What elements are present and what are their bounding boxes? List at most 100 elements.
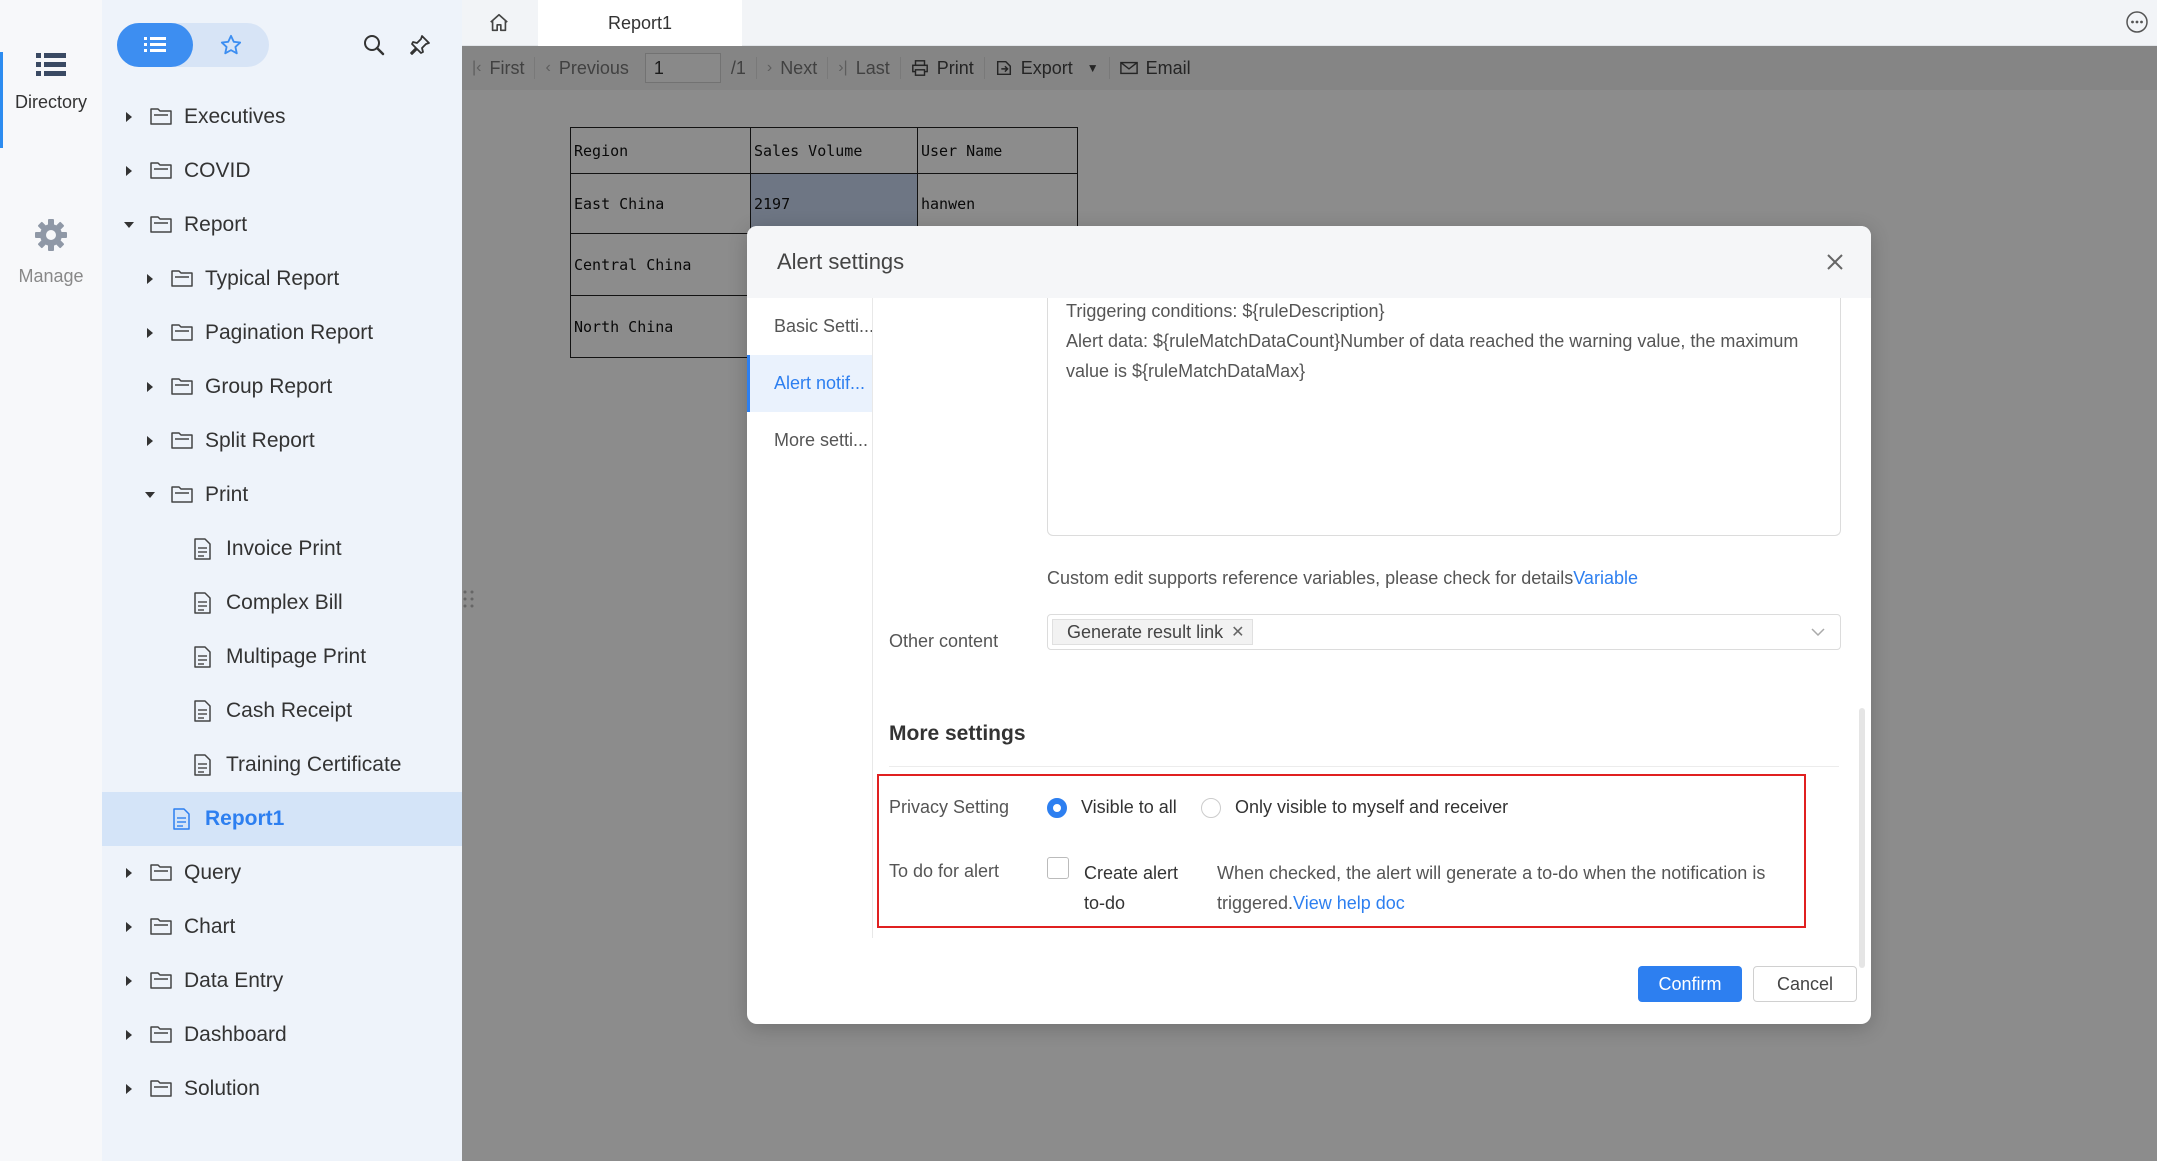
tree-item-label: Query [184,861,242,884]
nav-alert-notification[interactable]: Alert notif... [747,355,872,412]
tree-item-label: Report1 [205,807,285,830]
folder-icon [171,376,193,398]
tree-item-label: Multipage Print [226,645,367,668]
caret-right-icon[interactable] [143,326,157,340]
locate-button[interactable] [405,30,435,60]
caret-down-icon[interactable] [143,488,157,502]
caret-right-icon[interactable] [122,866,136,880]
radio-only-myself-receiver[interactable] [1201,798,1221,818]
tree-item-label: Group Report [205,375,333,398]
home-tab[interactable] [462,0,536,46]
privacy-setting-label: Privacy Setting [889,797,1010,817]
tree-item-print[interactable]: Print [102,468,462,522]
tree-item-covid[interactable]: COVID [102,144,462,198]
rail-directory[interactable]: Directory [0,52,102,148]
tree-item-group-report[interactable]: Group Report [102,360,462,414]
caret-right-icon[interactable] [122,110,136,124]
cancel-button[interactable]: Cancel [1753,966,1857,1002]
close-button[interactable] [1821,248,1849,276]
tree-item-cash-receipt[interactable]: Cash Receipt [102,684,462,738]
tag-label: Generate result link [1067,621,1224,642]
tree-item-data-entry[interactable]: Data Entry [102,954,462,1008]
tree-item-label: Solution [184,1077,260,1100]
caret-right-icon[interactable] [143,434,157,448]
tree-item-invoice-print[interactable]: Invoice Print [102,522,462,576]
more-settings-title: More settings [889,722,1026,745]
create-alert-todo-checkbox[interactable] [1047,857,1069,879]
tree-item-executives[interactable]: Executives [102,90,462,144]
tree-item-label: Cash Receipt [226,699,353,722]
tree-item-chart[interactable]: Chart [102,900,462,954]
divider [889,766,1839,767]
drag-handle-icon[interactable] [462,588,476,614]
tree-item-label: Print [205,483,249,506]
directory-sidebar: Executives COVID Report Typical Report Pagin… [102,0,462,1161]
content-line: Triggering conditions: ${ruleDescription… [1066,301,1385,321]
radio-visible-to-all-label[interactable]: Visible to all [1081,797,1177,818]
caret-right-icon[interactable] [143,272,157,286]
dialog-header: Alert settings [747,226,1871,298]
folder-icon [150,916,172,938]
caret-right-icon[interactable] [122,1082,136,1096]
tab-report1[interactable]: Report1 [538,0,742,46]
folder-icon [150,106,172,128]
tag-remove-icon[interactable]: ✕ [1231,622,1244,642]
file-icon [192,754,214,776]
radio-visible-to-all[interactable] [1047,798,1067,818]
rail-manage[interactable]: Manage [0,218,102,310]
nav-basic-settings[interactable]: Basic Setti... [747,298,872,355]
favorites-button[interactable] [193,23,269,67]
tree-item-label: Complex Bill [226,591,343,614]
tree-item-pagination-report[interactable]: Pagination Report [102,306,462,360]
tab-bar: Report1 [462,0,2157,46]
tree-item-complex-bill[interactable]: Complex Bill [102,576,462,630]
caret-right-icon[interactable] [122,164,136,178]
folder-icon [150,1024,172,1046]
radio-only-myself-receiver-label[interactable]: Only visible to myself and receiver [1235,797,1508,818]
directory-tree: Executives COVID Report Typical Report Pagin… [102,90,462,1116]
todo-for-alert-label: To do for alert [889,861,1000,881]
confirm-button[interactable]: Confirm [1638,966,1742,1002]
dialog-body: Triggering conditions: ${ruleDescription… [873,298,1871,938]
tree-item-query[interactable]: Query [102,846,462,900]
folder-icon [171,484,193,506]
content-line: Alert data: ${ruleMatchDataCount}Number … [1066,331,1799,351]
tree-item-label: Typical Report [205,267,340,290]
tree-item-label: Report [184,213,248,236]
tree-item-training-certificate[interactable]: Training Certificate [102,738,462,792]
caret-right-icon[interactable] [143,380,157,394]
caret-right-icon[interactable] [122,920,136,934]
caret-right-icon[interactable] [122,1028,136,1042]
list-icon [36,53,66,76]
tree-item-dashboard[interactable]: Dashboard [102,1008,462,1062]
tree-item-solution[interactable]: Solution [102,1062,462,1116]
pin-icon [410,35,430,55]
more-options-button[interactable] [2125,10,2149,34]
left-rail: Directory Manage [0,0,102,1161]
tree-view-button[interactable] [117,23,193,67]
nav-more-settings[interactable]: More setti... [747,412,872,469]
notification-content-textarea[interactable]: Triggering conditions: ${ruleDescription… [1047,298,1841,536]
tree-item-label: Data Entry [184,969,284,992]
caret-down-icon[interactable] [122,218,136,232]
variable-link[interactable]: Variable [1573,568,1638,588]
caret-right-icon[interactable] [122,974,136,988]
create-alert-todo-label[interactable]: Create alert to-do [1084,858,1194,918]
alert-settings-dialog: Alert settings Basic Setti... Alert noti… [747,226,1871,1024]
folder-icon [171,430,193,452]
dialog-scrollbar[interactable] [1859,708,1865,968]
search-button[interactable] [359,30,389,60]
tree-item-report[interactable]: Report [102,198,462,252]
tree-item-label: Split Report [205,429,315,452]
search-icon [364,35,385,56]
other-content-select[interactable]: Generate result link ✕ [1047,614,1841,650]
tree-item-typical-report[interactable]: Typical Report [102,252,462,306]
tree-item-multipage-print[interactable]: Multipage Print [102,630,462,684]
view-help-doc-link[interactable]: View help doc [1293,893,1405,913]
tree-item-label: Chart [184,915,236,938]
tree-item-label: Executives [184,105,286,128]
tree-item-label: COVID [184,159,251,182]
sidebar-toolbar [102,0,462,90]
tree-item-split-report[interactable]: Split Report [102,414,462,468]
tree-item-report1[interactable]: Report1 [102,792,462,846]
